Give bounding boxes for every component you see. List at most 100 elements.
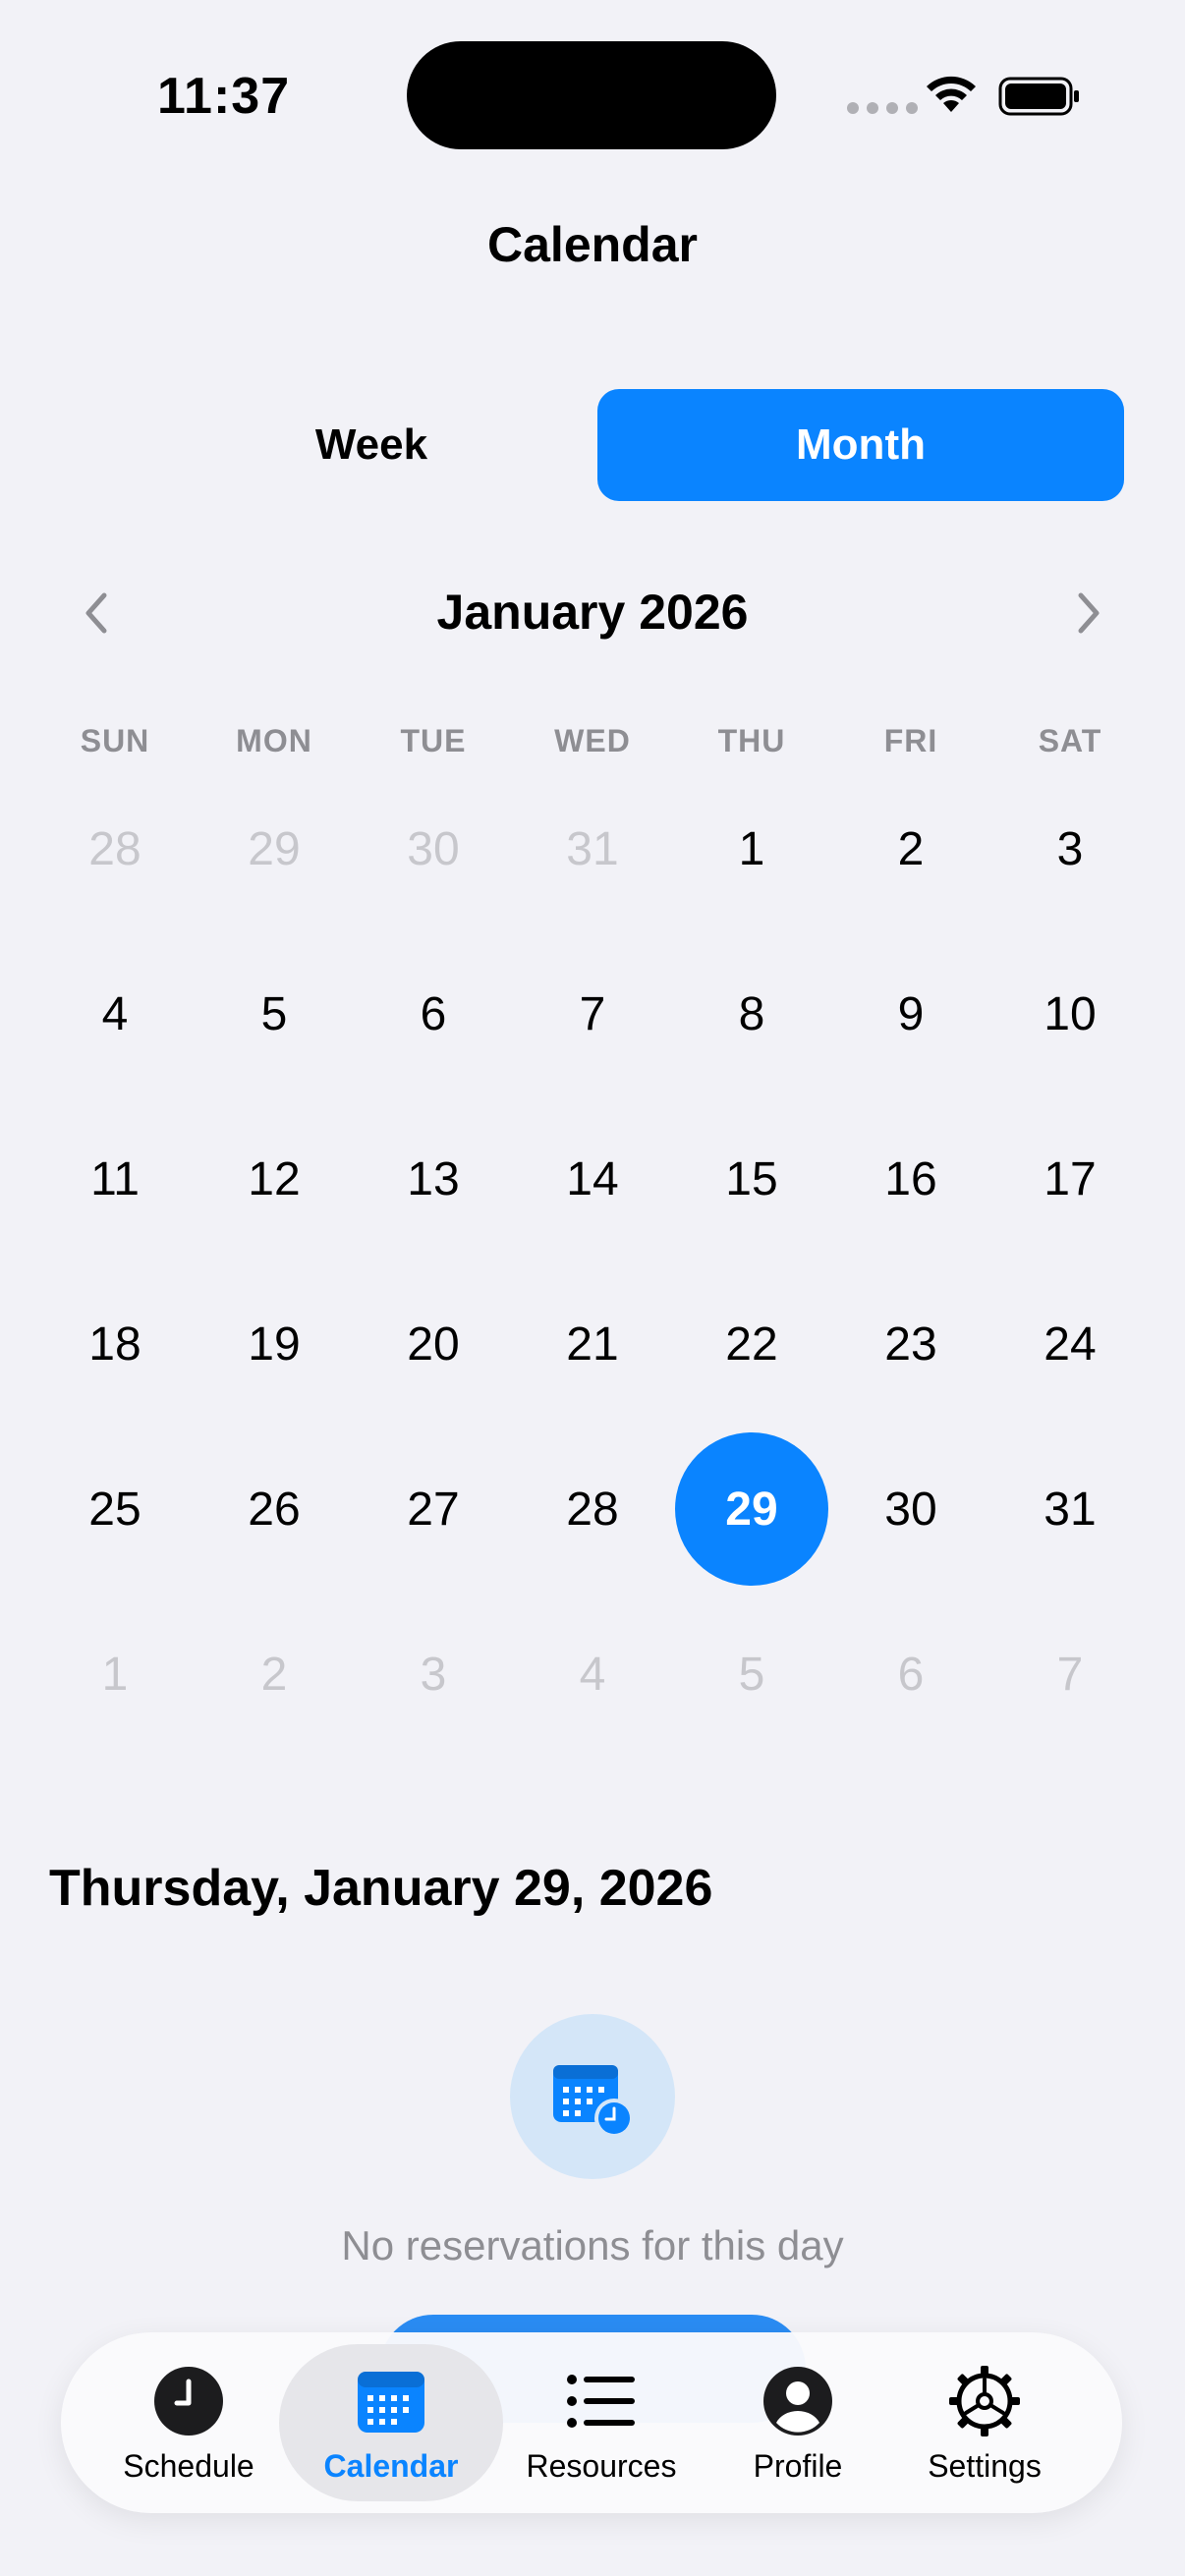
calendar-day[interactable]: 1 [672,796,831,961]
segment-month[interactable]: Month [597,389,1124,501]
day-number: 8 [738,987,765,1040]
calendar-day-selected[interactable]: 29 [672,1432,831,1621]
day-number: 30 [884,1483,937,1536]
day-number: 2 [897,822,925,875]
calendar-day[interactable]: 9 [831,961,990,1126]
day-number: 4 [101,987,129,1040]
tab-calendar[interactable]: Calendar [303,2332,480,2513]
day-number: 17 [1044,1152,1097,1205]
status-bar: 11:37 [0,0,1185,187]
calendar-day[interactable]: 18 [35,1291,195,1456]
calendar-day[interactable]: 5 [672,1621,831,1786]
calendar-day[interactable]: 13 [354,1126,513,1291]
day-number: 16 [884,1152,937,1205]
calendar-grid: 28 29 30 31 1 2 3 4 5 6 7 8 9 10 11 12 13 14 15 16 17 18 19 20 2… [35,796,1150,1786]
calendar-day[interactable]: 7 [513,961,672,1126]
day-number: 5 [260,987,288,1040]
calendar-day[interactable]: 4 [35,961,195,1126]
day-number: 11 [90,1152,140,1205]
calendar-day[interactable]: 3 [990,796,1150,961]
calendar-day[interactable]: 23 [831,1291,990,1456]
gear-icon [949,2366,1020,2436]
calendar-day[interactable]: 28 [513,1456,672,1621]
day-number: 28 [566,1483,619,1536]
calendar-day[interactable]: 24 [990,1291,1150,1456]
day-number: 2 [260,1648,288,1701]
cellular-signal-icon [847,102,918,114]
day-number: 7 [1056,1648,1084,1701]
calendar-day[interactable]: 22 [672,1291,831,1456]
month-header: January 2026 [0,570,1185,658]
weekday-label: SAT [1038,723,1102,758]
day-number: 6 [897,1648,925,1701]
calendar-day[interactable]: 25 [35,1456,195,1621]
calendar-day[interactable]: 28 [35,796,195,961]
day-number: 31 [1044,1483,1097,1536]
calendar-day[interactable]: 8 [672,961,831,1126]
wifi-icon [927,76,976,112]
tab-schedule[interactable]: Schedule [100,2332,277,2513]
day-number: 9 [897,987,925,1040]
day-number: 18 [88,1317,141,1371]
calendar-day[interactable]: 16 [831,1126,990,1291]
calendar-day[interactable]: 30 [831,1456,990,1621]
day-number: 26 [248,1483,301,1536]
day-number: 7 [579,987,606,1040]
calendar-day[interactable]: 6 [831,1621,990,1786]
tab-label: Calendar [323,2448,459,2484]
calendar-day[interactable]: 1 [35,1621,195,1786]
calendar-day[interactable]: 31 [990,1456,1150,1621]
empty-state-badge [510,2014,675,2179]
segment-week[interactable]: Week [108,389,635,501]
calendar-day[interactable]: 3 [354,1621,513,1786]
day-number: 29 [675,1432,828,1586]
calendar-day[interactable]: 26 [195,1456,354,1621]
month-label: January 2026 [436,585,749,640]
tab-settings[interactable]: Settings [896,2332,1073,2513]
day-number: 21 [566,1317,619,1371]
calendar-day[interactable]: 6 [354,961,513,1126]
calendar-day[interactable]: 29 [195,796,354,961]
calendar-day[interactable]: 27 [354,1456,513,1621]
day-number: 1 [101,1648,129,1701]
day-number: 25 [88,1483,141,1536]
calendar-day[interactable]: 31 [513,796,672,961]
day-number: 5 [738,1648,765,1701]
empty-state-message: No reservations for this day [341,2222,844,2268]
tab-profile[interactable]: Profile [729,2332,867,2513]
calendar-day[interactable]: 4 [513,1621,672,1786]
day-number: 22 [725,1317,778,1371]
calendar-day[interactable]: 20 [354,1291,513,1456]
day-number: 15 [725,1152,778,1205]
calendar-day[interactable]: 5 [195,961,354,1126]
day-number: 28 [88,822,141,875]
calendar-day[interactable]: 17 [990,1126,1150,1291]
calendar-day[interactable]: 10 [990,961,1150,1126]
calendar-day[interactable]: 14 [513,1126,672,1291]
person-icon [763,2367,832,2436]
day-number: 10 [1044,987,1097,1040]
weekday-label: SUN [80,723,150,758]
day-number: 30 [407,822,460,875]
weekday-label: WED [554,723,631,758]
day-number: 20 [407,1317,460,1371]
tab-label: Settings [928,2448,1042,2484]
day-number: 23 [884,1317,937,1371]
chevron-right-icon[interactable] [1057,584,1116,643]
calendar-day[interactable]: 30 [354,796,513,961]
calendar-day[interactable]: 15 [672,1126,831,1291]
dynamic-island [407,41,776,149]
calendar-day[interactable]: 2 [195,1621,354,1786]
tab-resources[interactable]: Resources [503,2332,700,2513]
calendar-day[interactable]: 19 [195,1291,354,1456]
calendar-day[interactable]: 2 [831,796,990,961]
calendar-day[interactable]: 21 [513,1291,672,1456]
calendar-day[interactable]: 12 [195,1126,354,1291]
day-number: 29 [248,822,301,875]
page-title: Calendar [487,217,698,272]
day-number: 13 [407,1152,460,1205]
calendar-day[interactable]: 11 [35,1126,195,1291]
day-number: 27 [407,1483,460,1536]
calendar-day[interactable]: 7 [990,1621,1150,1786]
day-number: 12 [248,1152,301,1205]
